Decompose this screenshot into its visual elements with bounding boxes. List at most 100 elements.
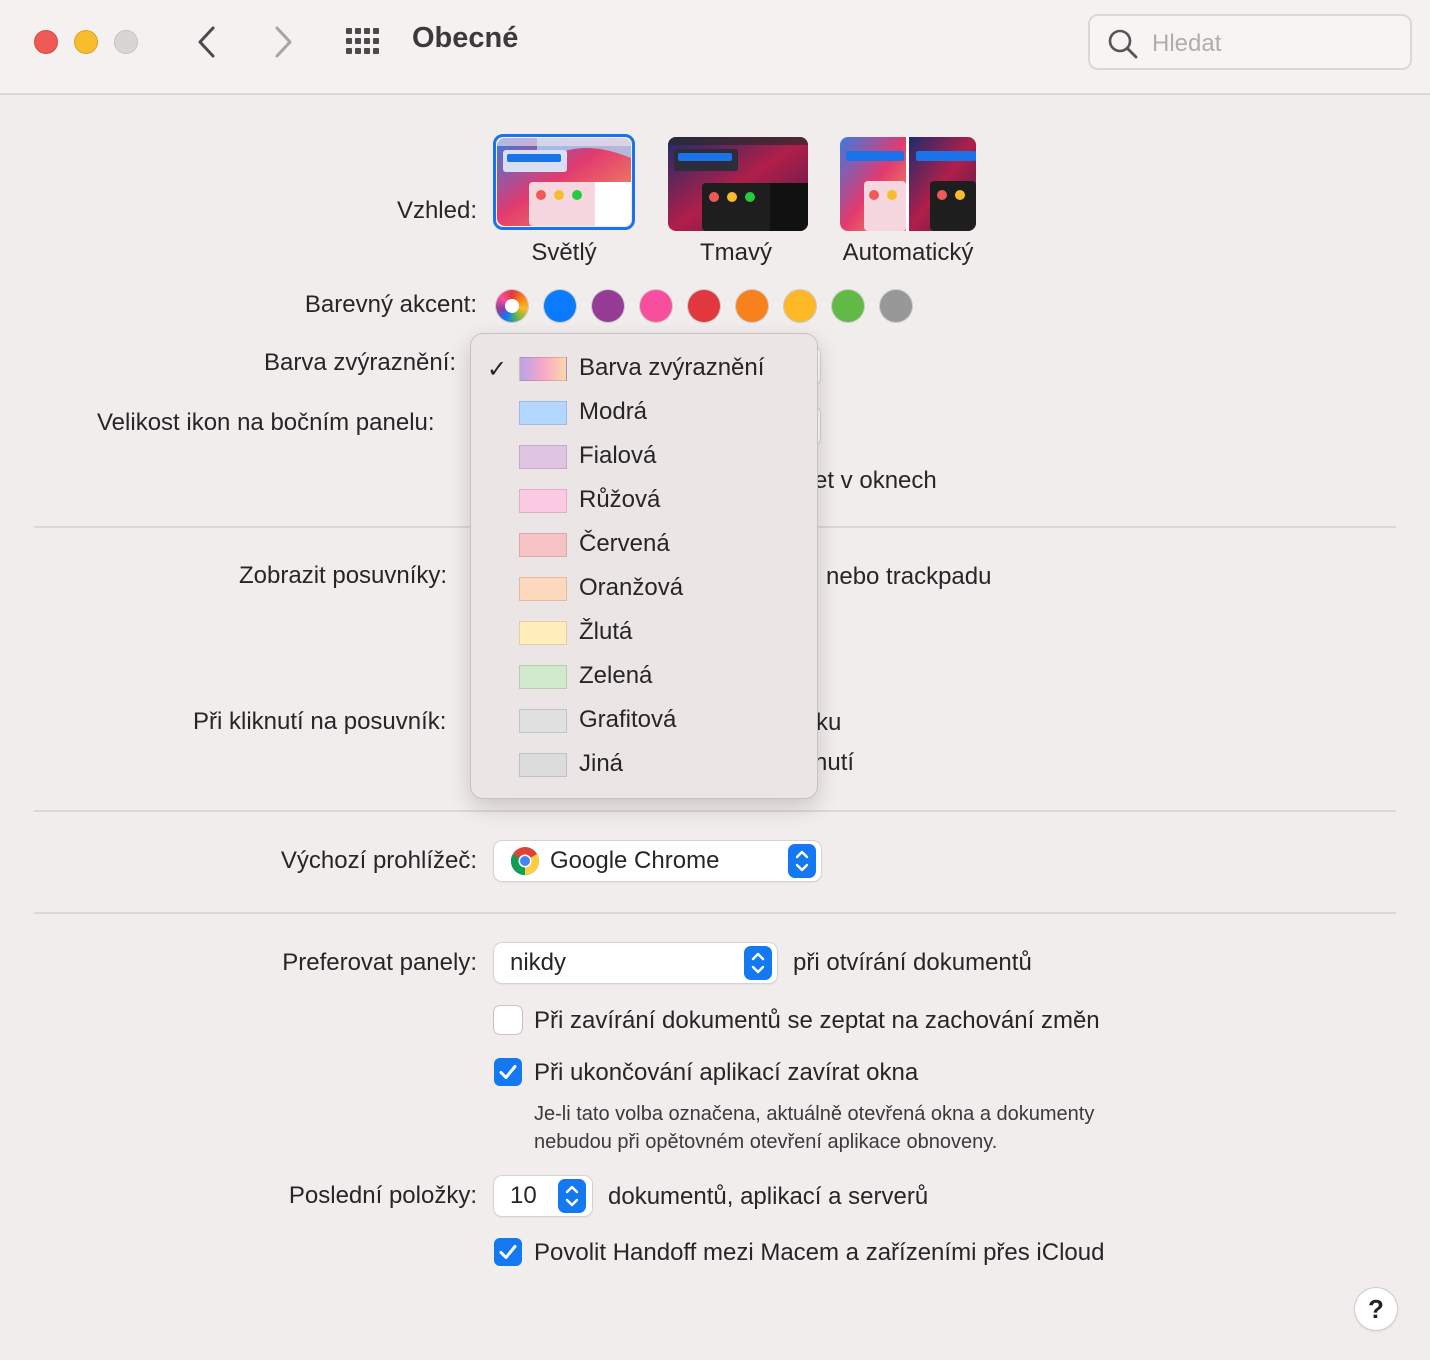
appearance-label: Vzhled: <box>396 197 477 224</box>
menu-item-label: Žlutá <box>579 618 633 645</box>
color-chip <box>519 489 567 513</box>
menu-item-green[interactable]: Zelená <box>471 655 817 699</box>
scroll-click-option-1-text: ku <box>816 709 842 736</box>
color-chip <box>519 357 567 381</box>
appearance-light-label: Světlý <box>531 239 597 266</box>
search-field[interactable]: Hledat <box>1088 14 1412 70</box>
highlight-color-label: Barva zvýraznění: <box>264 349 457 376</box>
recent-items-suffix: dokumentů, aplikací a serverů <box>608 1183 929 1210</box>
forward-button[interactable] <box>262 22 302 62</box>
default-browser-popup[interactable]: Google Chrome <box>494 841 821 881</box>
menu-item-label: Jiná <box>579 750 624 777</box>
prefer-tabs-label: Preferovat panely: <box>282 949 477 976</box>
default-browser-stepper[interactable] <box>788 844 816 878</box>
recent-items-value: 10 <box>510 1182 537 1209</box>
wallpaper-tint-text: et v oknech <box>814 467 937 494</box>
accent-yellow-swatch[interactable] <box>784 290 816 322</box>
sidebar-icon-size-label: Velikost ikon na bočním panelu: <box>97 409 435 436</box>
handoff-checkbox[interactable] <box>494 1238 522 1266</box>
menu-item-blue[interactable]: Modrá <box>471 391 817 435</box>
color-chip <box>519 577 567 601</box>
ask-keep-changes-checkbox[interactable] <box>494 1006 522 1034</box>
up-down-chevron-icon <box>795 850 809 872</box>
prefer-tabs-suffix: při otvírání dokumentů <box>793 949 1032 976</box>
search-placeholder: Hledat <box>1152 30 1222 57</box>
window-title: Obecné <box>412 22 519 54</box>
show-scrollbars-label: Zobrazit posuvníky: <box>239 562 448 589</box>
appearance-light-thumbnail[interactable] <box>497 138 631 226</box>
scrollbars-option-text: i nebo trackpadu <box>814 563 992 590</box>
color-chip <box>519 753 567 777</box>
up-down-chevron-icon <box>565 1185 579 1207</box>
menu-item-label: Zelená <box>579 662 653 689</box>
checkmark-icon <box>499 1065 517 1079</box>
accent-multicolor-swatch[interactable] <box>496 290 528 322</box>
accent-red-swatch[interactable] <box>688 290 720 322</box>
color-chip <box>519 665 567 689</box>
accent-purple-swatch[interactable] <box>592 290 624 322</box>
close-windows-label: Při ukončování aplikací zavírat okna <box>534 1059 919 1086</box>
menu-item-other[interactable]: Jiná <box>471 743 817 787</box>
menu-item-label: Fialová <box>579 442 657 469</box>
menu-item-label: Červená <box>579 530 670 557</box>
color-chip <box>519 533 567 557</box>
menu-item-label: Barva zvýraznění <box>579 354 765 381</box>
menu-item-red[interactable]: Červená <box>471 523 817 567</box>
appearance-auto-thumbnail[interactable] <box>840 137 976 231</box>
grid-icon <box>346 28 379 54</box>
close-windows-description-line-1: Je-li tato volba označena, aktuálně otev… <box>534 1103 1095 1125</box>
color-chip <box>519 621 567 645</box>
prefer-tabs-popup[interactable]: nikdy <box>494 943 777 983</box>
accent-blue-swatch[interactable] <box>544 290 576 322</box>
handoff-label: Povolit Handoff mezi Macem a zařízeními … <box>534 1239 1105 1266</box>
appearance-dark-label: Tmavý <box>700 239 772 266</box>
up-down-chevron-icon <box>751 952 765 974</box>
chrome-icon <box>510 847 539 876</box>
help-button[interactable]: ? <box>1355 1288 1397 1330</box>
accent-orange-swatch[interactable] <box>736 290 768 322</box>
accent-graphite-swatch[interactable] <box>880 290 912 322</box>
ask-keep-changes-label: Při zavírání dokumentů se zeptat na zach… <box>534 1007 1100 1034</box>
close-windows-description-line-2: nebudou při opětovném otevření aplikace … <box>534 1131 998 1153</box>
menu-item-label: Oranžová <box>579 574 684 601</box>
divider <box>34 912 1396 914</box>
highlight-color-menu: ✓ Barva zvýraznění Modrá Fialová Růžová … <box>471 334 817 798</box>
title-bar: Obecné Hledat <box>0 0 1430 95</box>
show-all-button[interactable] <box>344 26 384 58</box>
accent-green-swatch[interactable] <box>832 290 864 322</box>
menu-item-purple[interactable]: Fialová <box>471 435 817 479</box>
menu-item-orange[interactable]: Oranžová <box>471 567 817 611</box>
menu-item-label: Grafitová <box>579 706 677 733</box>
scroll-click-option-2-text: nutí <box>814 749 855 776</box>
color-chip <box>519 401 567 425</box>
menu-item-yellow[interactable]: Žlutá <box>471 611 817 655</box>
checkmark-icon <box>499 1245 517 1259</box>
checkmark-icon: ✓ <box>487 356 508 383</box>
menu-item-graphite[interactable]: Grafitová <box>471 699 817 743</box>
default-browser-value: Google Chrome <box>550 847 720 874</box>
chevron-left-icon <box>198 26 215 58</box>
search-icon <box>1108 29 1138 59</box>
back-button[interactable] <box>188 22 228 62</box>
minimize-window-button[interactable] <box>74 30 98 54</box>
close-windows-checkbox[interactable] <box>494 1058 522 1086</box>
menu-item-pink[interactable]: Růžová <box>471 479 817 523</box>
accent-label: Barevný akcent: <box>304 291 477 318</box>
zoom-window-button[interactable] <box>114 30 138 54</box>
close-window-button[interactable] <box>34 30 58 54</box>
accent-pink-swatch[interactable] <box>640 290 672 322</box>
prefer-tabs-value: nikdy <box>510 949 567 976</box>
menu-item-label: Modrá <box>579 398 648 425</box>
color-chip <box>519 445 567 469</box>
scroll-click-label: Při kliknutí na posuvník: <box>193 708 447 735</box>
recent-items-label: Poslední položky: <box>288 1182 477 1209</box>
default-browser-label: Výchozí prohlížeč: <box>280 847 477 874</box>
menu-item-highlight-accent[interactable]: ✓ Barva zvýraznění <box>471 347 817 391</box>
menu-item-label: Růžová <box>579 486 661 513</box>
appearance-dark-thumbnail[interactable] <box>668 137 808 231</box>
prefer-tabs-stepper[interactable] <box>744 946 772 980</box>
chevron-right-icon <box>275 26 292 58</box>
recent-items-stepper[interactable] <box>558 1179 586 1213</box>
divider <box>34 810 1396 812</box>
appearance-auto-label: Automatický <box>842 239 974 266</box>
